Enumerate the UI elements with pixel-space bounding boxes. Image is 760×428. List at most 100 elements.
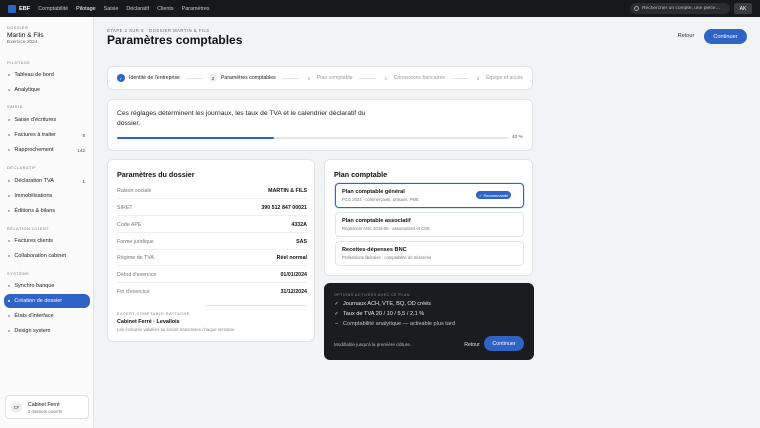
- param-value: 4332A: [291, 221, 307, 228]
- step-label: Identité de l'entreprise: [129, 75, 180, 81]
- topnav-parametres[interactable]: Paramètres: [182, 6, 210, 12]
- step-label: Paramètres comptables: [220, 75, 276, 81]
- sidebar-item-saisie-ecritures[interactable]: Saisie d'écritures: [4, 114, 90, 126]
- topnav-pilotage[interactable]: Pilotage: [76, 6, 95, 12]
- intro-text: Ces réglages déterminent les journaux, l…: [117, 110, 366, 127]
- sidebar-item-declaration-tva[interactable]: Déclaration TVA 1: [4, 175, 90, 187]
- param-value: MARTIN & FILS: [268, 187, 307, 194]
- param-key: Fin d'exercice: [117, 289, 150, 295]
- summary-back-button[interactable]: Retour: [462, 339, 482, 351]
- continue-button[interactable]: Continuer: [704, 29, 747, 44]
- summary-line: ✓ Journaux ACH, VTE, BQ, OD créés: [334, 301, 431, 307]
- param-row-fin-exercice: Fin d'exercice 31/12/2024: [117, 284, 307, 300]
- sidebar-item-tableau-de-bord[interactable]: Tableau de bord: [4, 69, 90, 81]
- bullet-icon: [8, 209, 11, 213]
- progress-label: 40 %: [512, 135, 523, 140]
- check-icon: ✓: [334, 311, 339, 317]
- topnav-saisie[interactable]: Saisie: [104, 6, 119, 12]
- sidebar-item-label: Analytique: [14, 87, 41, 93]
- sidebar-item-label: Synchro banque: [14, 283, 55, 289]
- sidebar-item-label: États d'interface: [14, 313, 54, 319]
- step-connexions-bancaires[interactable]: 4 Connexions bancaires: [382, 74, 446, 82]
- section-label-declaratif: DÉCLARATIF: [7, 166, 37, 170]
- sidebar-item-label: Tableau de bord: [14, 72, 54, 78]
- progress-bar: [117, 137, 509, 139]
- topnav-declaratif[interactable]: Déclaratif: [126, 6, 149, 12]
- sidebar-item-rapprochement[interactable]: Rapprochement 142: [4, 144, 90, 156]
- sidebar-item-etats-interface[interactable]: États d'interface: [4, 310, 90, 322]
- recommended-badge: ✓ Recommandé: [476, 191, 512, 199]
- bullet-icon: [8, 133, 11, 137]
- section-label-relation-client: RELATION CLIENT: [7, 227, 50, 231]
- summary-note: Modifiable jusqu'à la première clôture.: [334, 342, 412, 347]
- bullet-icon: [8, 299, 11, 303]
- brand-logo-icon: [8, 4, 16, 13]
- sidebar-item-factures-clients[interactable]: Factures clients: [4, 235, 90, 247]
- account-card[interactable]: CF Cabinet Ferré 3 dossiers ouverts: [5, 395, 89, 419]
- sidebar-item-label: Déclaration TVA: [14, 178, 54, 184]
- top-nav: Comptabilité Pilotage Saisie Déclaratif …: [38, 6, 209, 12]
- step-number: 2: [208, 74, 217, 82]
- dossier-eyebrow: DOSSIER: [7, 26, 29, 30]
- summary-continue-button[interactable]: Continuer: [484, 336, 524, 351]
- sidebar-item-label: Immobilisations: [14, 193, 53, 199]
- step-identite[interactable]: ✓ Identité de l'entreprise: [117, 74, 180, 82]
- sidebar-item-factures-a-traiter[interactable]: Factures à traiter 8: [4, 129, 90, 141]
- param-row-code-ape: Code APE 4332A: [117, 217, 307, 233]
- param-row-forme-juridique: Forme juridique SAS: [117, 234, 307, 250]
- sidebar-item-creation-dossier[interactable]: Création de dossier: [4, 294, 90, 308]
- search-placeholder: Rechercher un compte, une pièce…: [642, 6, 721, 11]
- plan-option-general[interactable]: Plan comptable général PCG 2024 · commer…: [335, 183, 524, 208]
- dash-icon: –: [335, 321, 338, 327]
- sidebar-item-editions-bilans[interactable]: Éditions & bilans: [4, 205, 90, 217]
- sidebar-item-immobilisations[interactable]: Immobilisations: [4, 190, 90, 202]
- step-label: Connexions bancaires: [393, 75, 446, 81]
- search-input[interactable]: Rechercher un compte, une pièce…: [630, 3, 730, 14]
- step-parametres[interactable]: 2 Paramètres comptables: [208, 74, 276, 82]
- bullet-icon: [8, 148, 11, 152]
- sidebar-item-label: Création de dossier: [14, 298, 63, 304]
- step-label: Plan comptable: [316, 75, 353, 81]
- check-icon: ✓: [334, 301, 339, 307]
- plan-title: Plan comptable: [334, 170, 388, 179]
- sidebar: DOSSIER Martin & Fils Exercice 2024 PILO…: [0, 17, 94, 428]
- params-title: Paramètres du dossier: [117, 170, 195, 179]
- topnav-comptabilite[interactable]: Comptabilité: [38, 6, 68, 12]
- param-value: SAS: [296, 238, 307, 245]
- plan-option-bnc[interactable]: Recettes-dépenses BNC Professions libéra…: [335, 241, 524, 266]
- step-connector: [185, 77, 203, 79]
- param-value: 31/12/2024: [280, 289, 307, 295]
- summary-text: Comptabilité analytique — activable plus…: [343, 321, 455, 327]
- count-badge: 8: [82, 132, 85, 138]
- user-avatar[interactable]: AK: [734, 3, 752, 14]
- step-plan-comptable[interactable]: 3 Plan comptable: [305, 74, 353, 82]
- bullet-icon: [8, 254, 11, 258]
- divider: [206, 305, 306, 306]
- account-sub: 3 dossiers ouverts: [28, 409, 62, 414]
- params-card: Paramètres du dossier Raison sociale MART…: [107, 159, 315, 342]
- firm-note: Les écritures validées lui seront transm…: [117, 327, 236, 332]
- summary-line: ✓ Taux de TVA 20 / 10 / 5,5 / 2,1 %: [334, 311, 424, 317]
- summary-eyebrow: OPTIONS ACTIVÉES AVEC CE PLAN: [334, 293, 410, 297]
- back-button[interactable]: Retour: [672, 29, 700, 43]
- option-sub: PCG 2024 · commerçants, artisans, PME: [342, 197, 419, 202]
- topnav-clients[interactable]: Clients: [157, 6, 173, 12]
- bullet-icon: [8, 194, 11, 198]
- step-equipe-acces[interactable]: 5 Équipe et accès: [474, 74, 523, 82]
- bullet-icon: [8, 329, 11, 333]
- firm-eyebrow: EXPERT-COMPTABLE RATTACHÉ: [117, 312, 190, 316]
- sidebar-item-label: Factures clients: [14, 238, 53, 244]
- sidebar-item-collaboration-cabinet[interactable]: Collaboration cabinet: [4, 250, 90, 262]
- dossier-name[interactable]: Martin & Fils: [7, 32, 44, 39]
- section-label-saisie: SAISIE: [7, 105, 23, 109]
- sidebar-item-synchro-banque[interactable]: Synchro banque: [4, 280, 90, 292]
- plan-option-associatif[interactable]: Plan comptable associatif Règlement ANC …: [335, 212, 524, 237]
- sidebar-item-design-system[interactable]: Design system: [4, 325, 90, 337]
- bullet-icon: [8, 73, 11, 77]
- plan-card: Plan comptable Plan comptable général PC…: [324, 159, 533, 276]
- bullet-icon: [8, 284, 11, 288]
- step-label: Équipe et accès: [486, 75, 524, 81]
- sidebar-item-analytique[interactable]: Analytique: [4, 84, 90, 96]
- step-number: 4: [384, 75, 387, 81]
- brand[interactable]: EBF: [8, 4, 30, 13]
